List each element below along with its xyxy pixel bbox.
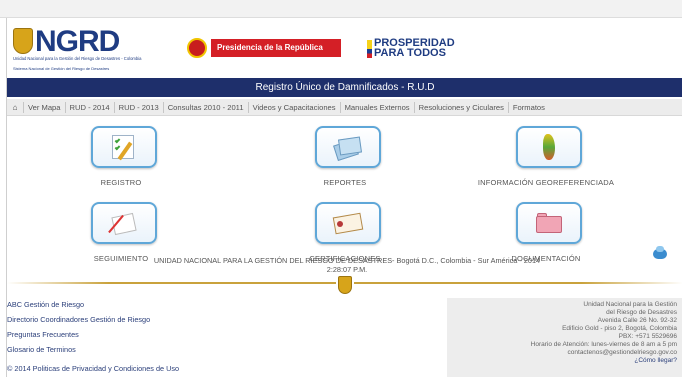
nav-item-rud-2014[interactable]: RUD - 2014 <box>64 101 114 113</box>
georeferenciada-button[interactable] <box>516 126 582 168</box>
nav-item-consultas[interactable]: Consultas 2010 - 2011 <box>162 101 248 113</box>
tile-georeferenciada[interactable]: INFORMACIÓN GEOREFERENCIADA <box>476 126 616 198</box>
contact-line: Unidad Nacional para la Gestión <box>583 301 677 308</box>
shield-icon <box>13 28 33 54</box>
ngrd-logo[interactable]: NGRD Unidad Nacional para la Gestión del… <box>13 25 163 72</box>
certificaciones-button[interactable] <box>315 202 381 244</box>
tile-label-registro[interactable]: REGISTRO <box>21 178 221 187</box>
contact-panel: Unidad Nacional para la Gestión del Ries… <box>447 298 682 377</box>
tile-registro[interactable]: REGISTRO <box>51 126 191 198</box>
nav-item-resoluciones[interactable]: Resoluciones y Ciculares <box>413 101 508 113</box>
map-icon <box>534 133 564 161</box>
clock-time: 2:28:07 P.M. <box>326 265 368 274</box>
organization-name: UNIDAD NACIONAL PARA LA GESTIÓN DEL RIES… <box>153 256 541 265</box>
tile-label-reportes[interactable]: REPORTES <box>245 178 445 187</box>
contact-building: Edificio Gold - piso 2, Bogotá, Colombia <box>562 325 677 332</box>
link-glosario[interactable]: Glosario de Terminos <box>7 345 76 354</box>
presidencia-logo[interactable]: Presidencia de la República <box>187 37 347 61</box>
contact-hours: Horario de Atención: lunes-viernes de 8 … <box>530 341 677 348</box>
certificate-icon <box>332 209 364 237</box>
contact-line: del Riesgo de Desastres <box>606 309 677 316</box>
reportes-button[interactable] <box>315 126 381 168</box>
nav-item-formatos[interactable]: Formatos <box>507 101 549 113</box>
link-abc-gestion[interactable]: ABC Gestión de Riesgo <box>7 300 84 309</box>
ngrd-system-name: Sistema Nacional de Gestión del Riesgo d… <box>13 66 110 71</box>
link-directorio[interactable]: Directorio Coordinadores Gestión de Ries… <box>7 315 150 324</box>
home-icon[interactable]: ⌂ <box>7 103 23 112</box>
page-title: Registro Único de Damnificados - R.U.D <box>7 78 682 97</box>
browser-top-bar <box>0 0 682 18</box>
seguimiento-icon <box>108 209 139 237</box>
ngrd-logo-text: NGRD <box>35 25 120 58</box>
registro-icon <box>109 133 139 161</box>
footer-links: ABC Gestión de Riesgo Directorio Coordin… <box>7 298 447 377</box>
prosperidad-logo[interactable]: PROSPERIDAD PARA TODOS <box>367 38 477 60</box>
contact-phone: PBX: +571 5529696 <box>618 333 677 340</box>
prosperidad-line2: PARA TODOS <box>374 47 446 59</box>
seguimiento-button[interactable] <box>91 202 157 244</box>
ngrd-subtitle: Unidad Nacional para la Gestión del Ries… <box>13 56 142 61</box>
seal-icon <box>187 38 207 58</box>
main-nav: ⌂ Ver Mapa RUD - 2014 RUD - 2013 Consult… <box>7 99 682 116</box>
link-preguntas[interactable]: Preguntas Frecuentes <box>7 330 79 339</box>
divider-shield-icon <box>336 275 354 295</box>
nav-item-videos[interactable]: Videos y Capacitaciones <box>247 101 340 113</box>
nav-item-ver-mapa[interactable]: Ver Mapa <box>23 101 65 113</box>
prosperidad-text: PROSPERIDAD PARA TODOS <box>374 38 455 59</box>
tile-label-georeferenciada[interactable]: INFORMACIÓN GEOREFERENCIADA <box>446 178 646 187</box>
flag-icon <box>367 40 372 58</box>
tile-reportes[interactable]: REPORTES <box>275 126 415 198</box>
nav-item-rud-2013[interactable]: RUD - 2013 <box>113 101 163 113</box>
nav-item-manuales[interactable]: Manuales Externos <box>339 101 414 113</box>
page-frame: NGRD Unidad Nacional para la Gestión del… <box>6 18 682 377</box>
registro-button[interactable] <box>91 126 157 168</box>
contact-email[interactable]: contactenos@gestiondelriesgo.gov.co <box>447 349 677 357</box>
header: NGRD Unidad Nacional para la Gestión del… <box>7 18 682 78</box>
organization-footer-line: UNIDAD NACIONAL PARA LA GESTIÓN DEL RIES… <box>67 256 627 274</box>
folder-icon <box>534 209 564 237</box>
presidencia-label: Presidencia de la República <box>211 39 341 57</box>
contact-address: Avenida Calle 26 No. 92-32 <box>597 317 677 324</box>
directions-link[interactable]: ¿Cómo llegar? <box>447 357 677 365</box>
copyright-link[interactable]: © 2014 Politicas de Privacidad y Condici… <box>7 364 179 373</box>
reportes-icon <box>333 133 363 162</box>
contact-hand-icon[interactable] <box>651 246 669 262</box>
documentacion-button[interactable] <box>516 202 582 244</box>
